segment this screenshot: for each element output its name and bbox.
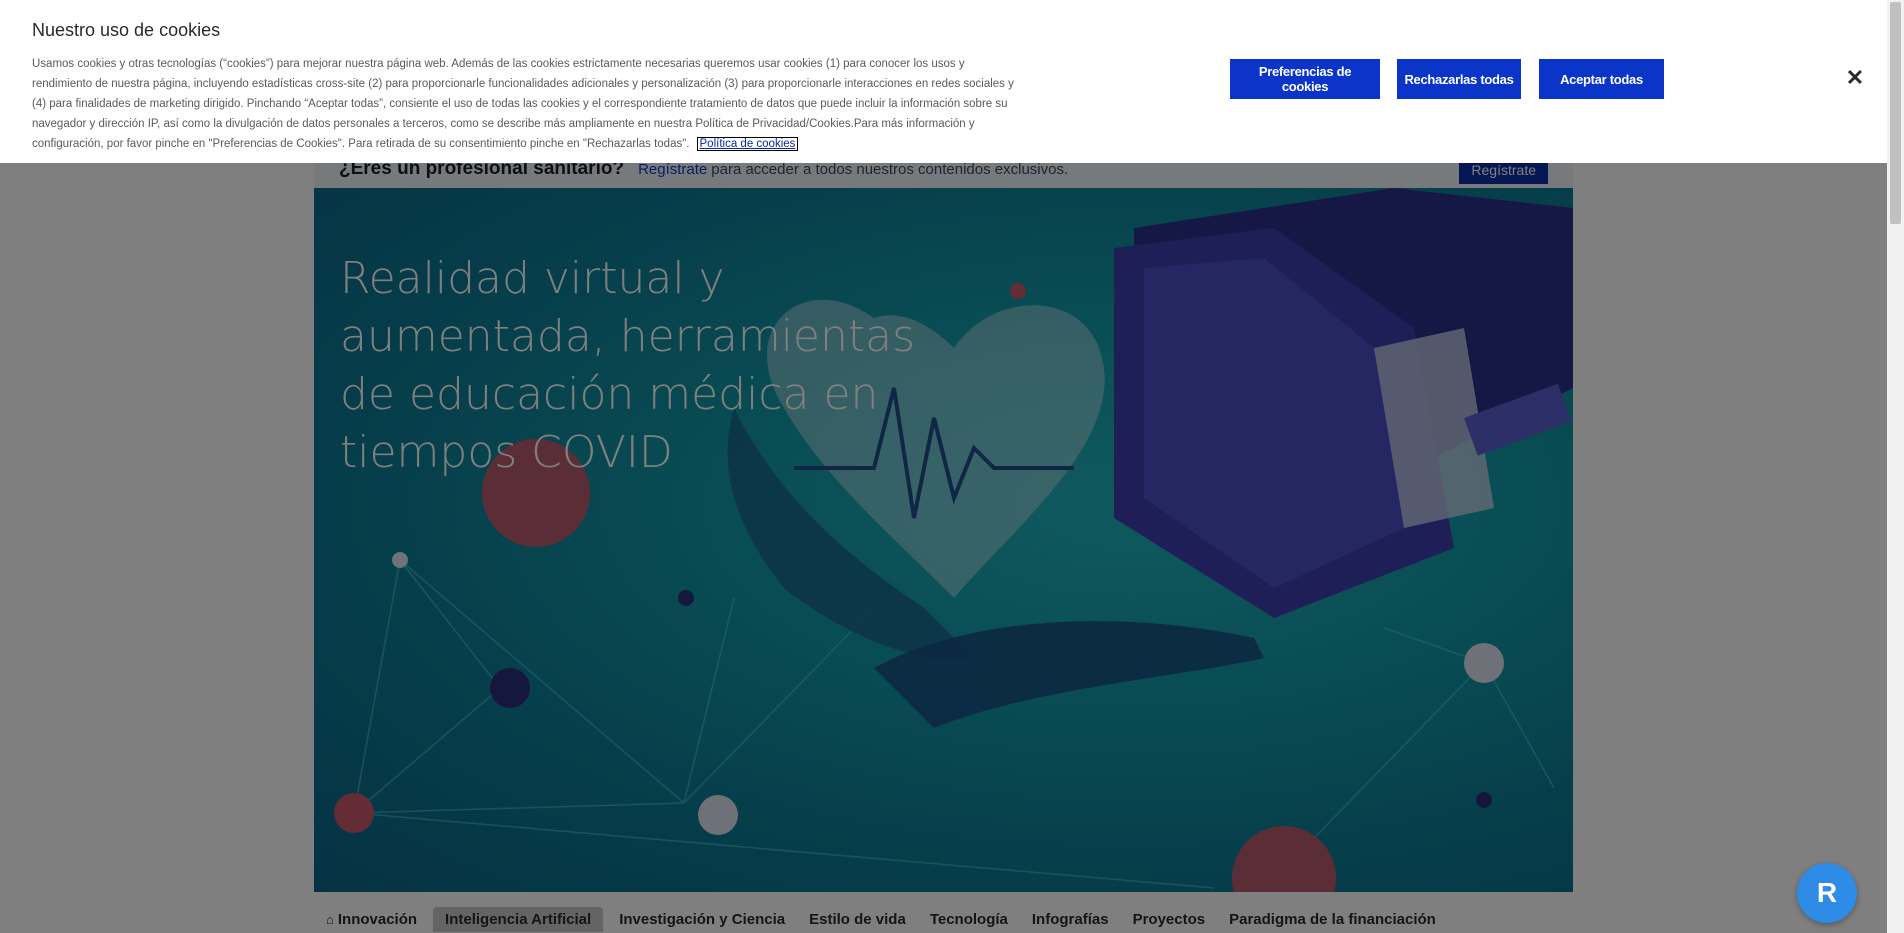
accept-all-button[interactable]: Aceptar todas bbox=[1539, 59, 1664, 99]
assistant-glyph: R bbox=[1816, 877, 1838, 908]
vertical-scrollbar[interactable] bbox=[1887, 0, 1904, 933]
close-icon[interactable]: ✕ bbox=[1843, 66, 1867, 90]
scrollbar-thumb[interactable] bbox=[1890, 2, 1901, 224]
reject-all-button[interactable]: Rechazarlas todas bbox=[1397, 59, 1521, 99]
assistant-icon[interactable]: R bbox=[1797, 863, 1857, 923]
cookie-description: Usamos cookies y otras tecnologías (“coo… bbox=[32, 58, 1014, 150]
cookie-policy-link[interactable]: Política de cookies bbox=[696, 137, 799, 151]
cookie-banner: Nuestro uso de cookies Usamos cookies y … bbox=[0, 0, 1887, 163]
cookie-banner-title: Nuestro uso de cookies bbox=[32, 20, 221, 40]
cookie-banner-text: Usamos cookies y otras tecnologías (“coo… bbox=[32, 54, 1022, 154]
cookie-preferences-button[interactable]: Preferencias de cookies bbox=[1230, 59, 1380, 99]
